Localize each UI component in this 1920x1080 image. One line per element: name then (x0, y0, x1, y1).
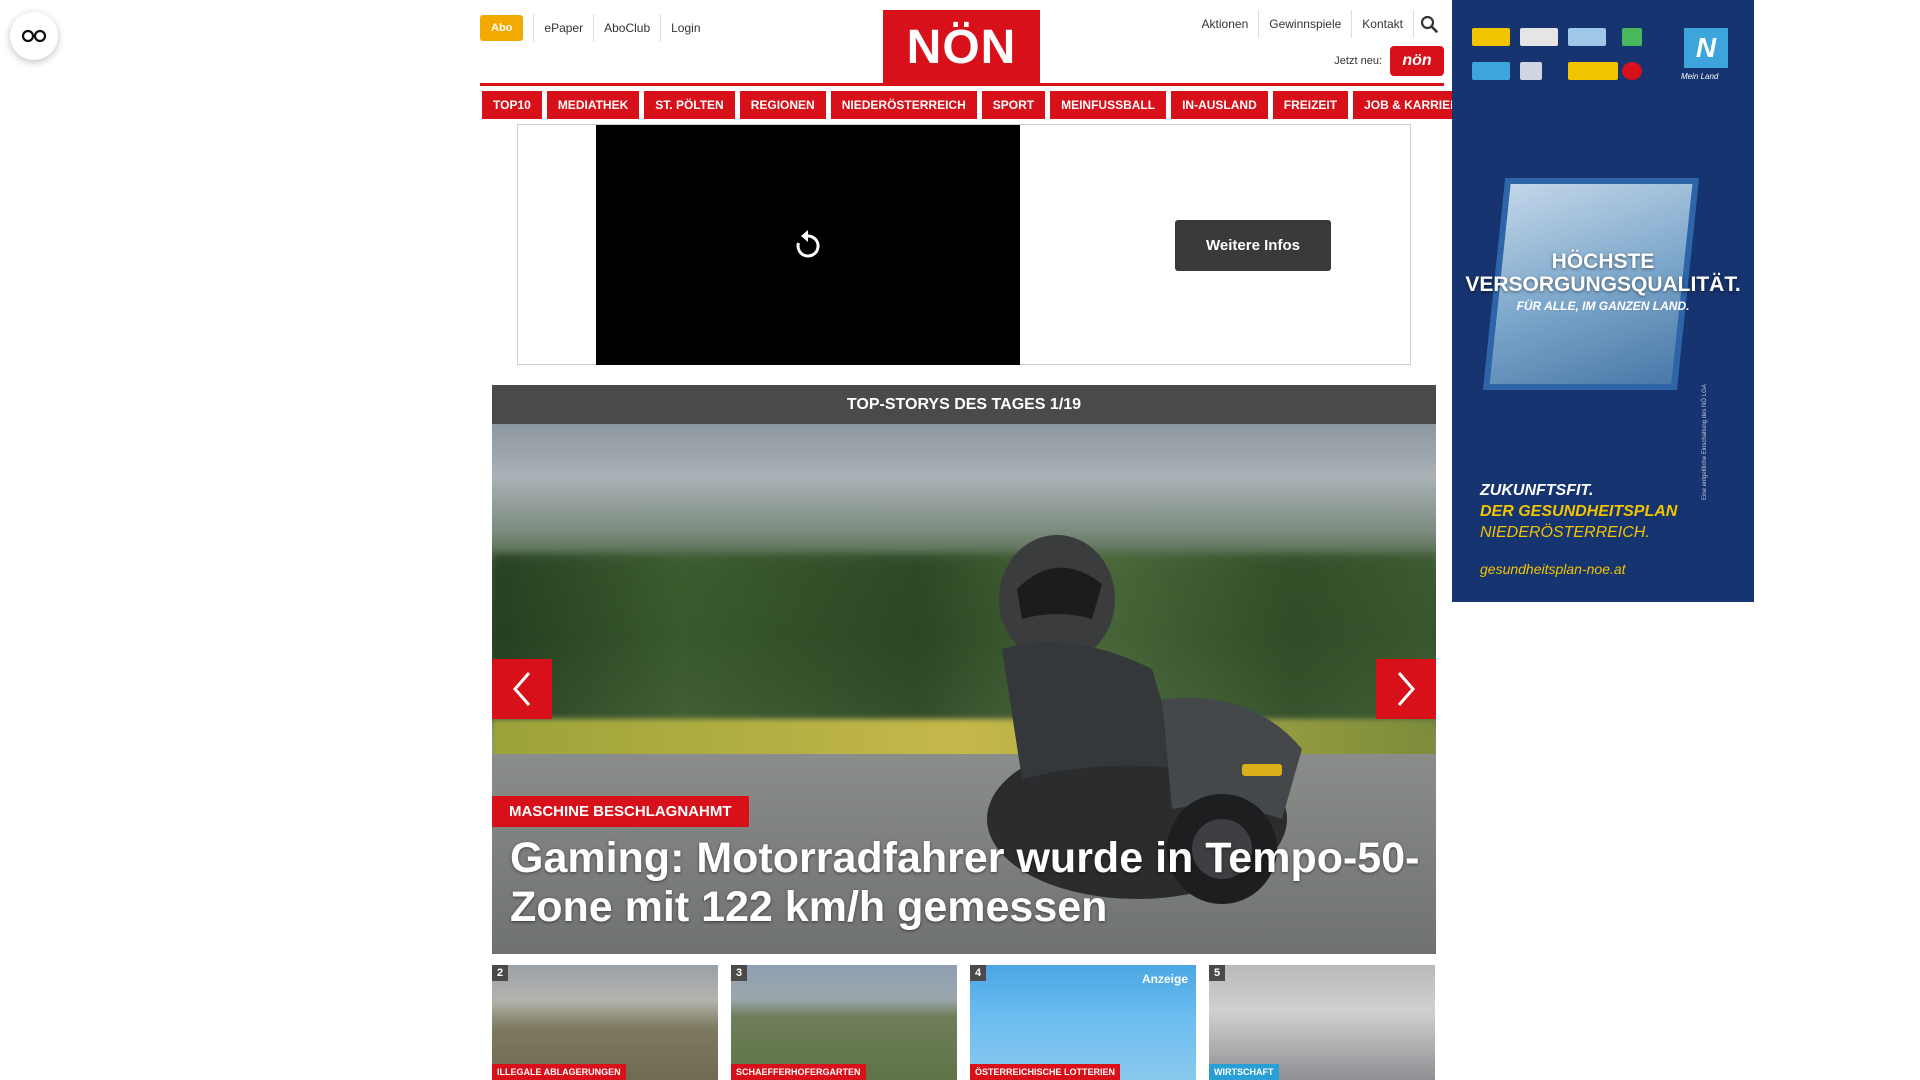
story-title[interactable]: Gaming: Motorradfahrer wurde in Tempo-50… (510, 834, 1420, 932)
sponsor-logo (1472, 62, 1510, 80)
side-ad-banner[interactable]: N Mein Land HÖCHSTE VERSORGUNGSQUALITÄT.… (1452, 0, 1754, 602)
jetzt-neu-label: Jetzt neu: (1334, 55, 1382, 67)
nav-sport[interactable]: SPORT (981, 91, 1046, 119)
accessibility-button[interactable] (10, 12, 58, 60)
sponsor-logo (1520, 62, 1542, 80)
jetzt-neu: Jetzt neu: nön (1334, 46, 1444, 76)
chevron-left-icon (513, 672, 531, 706)
jetzt-neu-logo[interactable]: nön (1390, 46, 1444, 76)
side-ad-headline-line1: HÖCHSTE (1551, 250, 1655, 273)
teaser-tag: SCHAEFFERHOFERGARTEN (731, 1064, 866, 1080)
teaser-tag: WIRTSCHAFT (1209, 1064, 1279, 1080)
search-button[interactable] (1414, 10, 1444, 38)
top-nav-right: Aktionen Gewinnspiele Kontakt (1192, 10, 1444, 38)
kontakt-link[interactable]: Kontakt (1352, 10, 1414, 38)
teaser-number: 4 (970, 965, 987, 981)
teaser-number: 5 (1209, 965, 1226, 981)
side-ad-claim1: ZUKUNFTSFIT. (1480, 482, 1594, 499)
side-ad-claim2: DER GESUNDHEITSPLAN (1480, 503, 1678, 520)
top-story-slide[interactable]: MASCHINE BESCHLAGNAHMT Gaming: Motorradf… (492, 424, 1436, 954)
more-info-button[interactable]: Weitere Infos (1175, 220, 1331, 271)
nav-freizeit[interactable]: FREIZEIT (1272, 91, 1349, 119)
nav-niederoesterreich[interactable]: NIEDERÖSTERREICH (830, 91, 977, 119)
sponsor-logo (1622, 28, 1642, 46)
header-divider (480, 83, 1444, 86)
sponsor-logo (1472, 28, 1510, 46)
teaser-card[interactable]: 2 ILLEGALE ABLAGERUNGEN (492, 965, 718, 1080)
gewinnspiele-link[interactable]: Gewinnspiele (1259, 10, 1353, 38)
slider-next-button[interactable] (1376, 659, 1436, 719)
glasses-icon (21, 29, 47, 43)
sponsor-logo (1520, 28, 1558, 46)
noen-logo[interactable]: NÖN (883, 10, 1040, 84)
sponsor-logo (1568, 62, 1618, 80)
chevron-right-icon (1397, 672, 1415, 706)
search-icon (1420, 15, 1438, 33)
site-header: Abo ePaper AboClub Login NÖN Aktionen Ge… (480, 0, 1444, 86)
video-ad: Weitere Infos (517, 124, 1411, 365)
teaser-tag: ÖSTERREICHISCHE LOTTERIEN (970, 1064, 1121, 1080)
nav-mediathek[interactable]: MEDIATHEK (546, 91, 640, 119)
replay-icon[interactable] (793, 229, 823, 261)
main-nav: TOP10 MEDIATHEK ST. PÖLTEN REGIONEN NIED… (482, 91, 1478, 119)
teaser-card[interactable]: 3 SCHAEFFERHOFERGARTEN (731, 965, 957, 1080)
aktionen-link[interactable]: Aktionen (1192, 10, 1260, 38)
sponsor-logo (1622, 62, 1642, 80)
teaser-ad-label: Anzeige (1141, 972, 1188, 986)
teaser-tag: ILLEGALE ABLAGERUNGEN (492, 1064, 626, 1080)
login-link[interactable]: Login (660, 14, 710, 42)
epaper-link[interactable]: ePaper (533, 14, 593, 42)
mein-land-logo: N (1684, 28, 1728, 68)
side-ad-disclaimer: Eine entgeltliche Einschaltung des NÖ LG… (1702, 384, 1708, 500)
side-ad-url[interactable]: gesundheitsplan-noe.at (1480, 561, 1626, 577)
teaser-number: 2 (492, 965, 509, 981)
sponsor-logo (1568, 28, 1606, 46)
nav-meinfussball[interactable]: MEINFUSSBALL (1050, 91, 1167, 119)
video-player[interactable] (596, 125, 1020, 365)
side-ad-claim3: NIEDERÖSTERREICH. (1480, 524, 1650, 541)
story-teasers: 2 ILLEGALE ABLAGERUNGEN 3 SCHAEFFERHOFER… (492, 965, 1435, 1080)
top-stories: TOP-STORYS DES TAGES 1/19 MASCHINE BESCH… (492, 385, 1436, 954)
side-ad-headline-line2: VERSORGUNGSQUALITÄT. (1465, 273, 1741, 296)
aboclub-link[interactable]: AboClub (593, 14, 660, 42)
nav-regionen[interactable]: REGIONEN (739, 91, 826, 119)
nav-top10[interactable]: TOP10 (482, 91, 542, 119)
top-stories-header: TOP-STORYS DES TAGES 1/19 (492, 385, 1436, 424)
nav-st-poelten[interactable]: ST. PÖLTEN (644, 91, 735, 119)
teaser-card[interactable]: 5 WIRTSCHAFT (1209, 965, 1435, 1080)
teaser-card[interactable]: 4 Anzeige ÖSTERREICHISCHE LOTTERIEN (970, 965, 1196, 1080)
side-ad-headline: HÖCHSTE VERSORGUNGSQUALITÄT. (1452, 250, 1754, 296)
nav-in-ausland[interactable]: IN-AUSLAND (1171, 91, 1268, 119)
top-nav-left: Abo ePaper AboClub Login (480, 14, 711, 42)
story-category-tag: MASCHINE BESCHLAGNAHMT (492, 796, 749, 827)
abo-button[interactable]: Abo (480, 15, 524, 41)
slider-prev-button[interactable] (492, 659, 552, 719)
side-ad-subline: FÜR ALLE, IM GANZEN LAND. (1516, 299, 1690, 313)
teaser-number: 3 (731, 965, 748, 981)
mein-land-label: Mein Land (1681, 72, 1719, 81)
